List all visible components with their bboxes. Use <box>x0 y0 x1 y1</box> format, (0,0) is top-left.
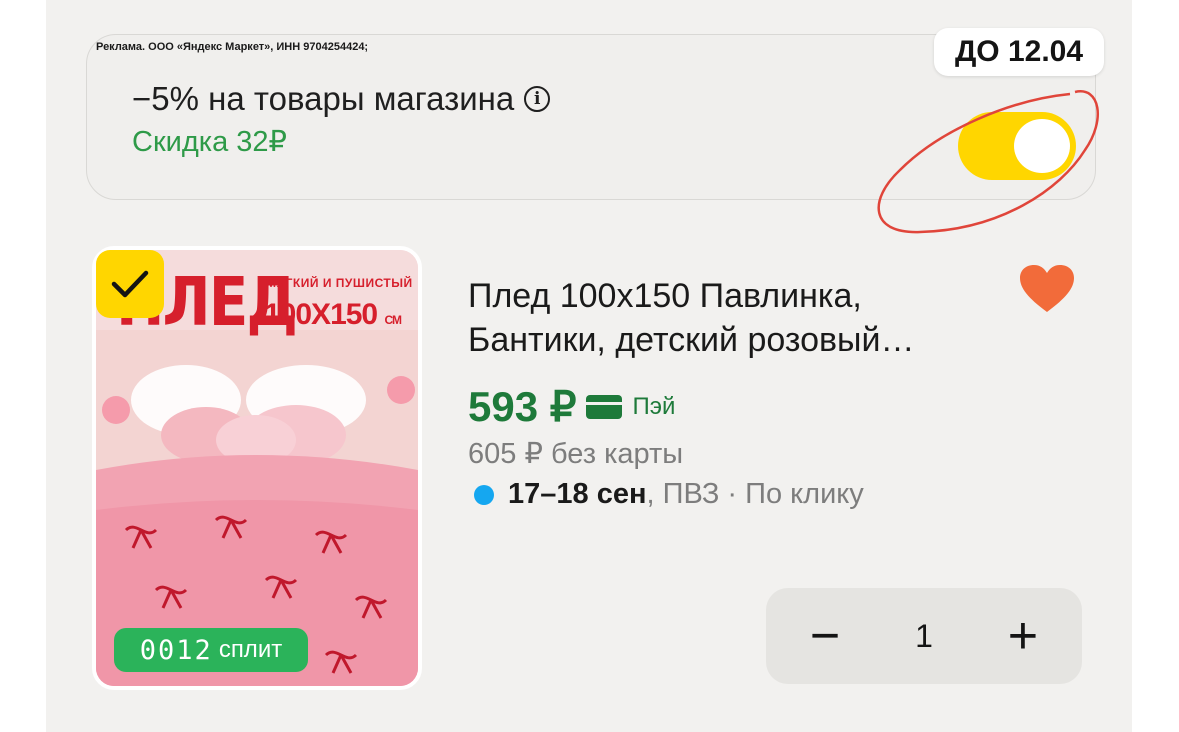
split-amount: 0012 <box>139 634 213 666</box>
checkmark-icon <box>111 270 149 298</box>
increase-button[interactable]: + <box>998 610 1048 662</box>
decrease-button[interactable]: − <box>800 610 850 662</box>
price-row: 593 ₽ Пэй <box>468 382 675 431</box>
pay-label: Пэй <box>632 392 676 420</box>
split-badge: 0012 сплит <box>114 628 308 672</box>
product-title-line1: Плед 100х150 Павлинка, <box>468 277 862 315</box>
promo-title-text: −5% на товары магазина <box>132 80 515 117</box>
image-size: 100X150 СМ <box>264 298 402 332</box>
split-label: сплит <box>218 636 283 663</box>
image-size-unit: СМ <box>384 313 401 327</box>
card-icon <box>586 394 623 419</box>
delivery-date: 17–18 сен <box>508 478 647 510</box>
promo-until-badge: ДО 12.04 <box>934 28 1104 76</box>
heart-icon[interactable] <box>1018 264 1076 314</box>
promo-discount: Скидка 32₽ <box>132 126 287 158</box>
red-circle-annotation <box>877 90 1099 234</box>
select-checkbox[interactable] <box>96 250 164 318</box>
ad-disclaimer: Реклама. ООО «Яндекс Маркет», ИНН 970425… <box>96 41 369 53</box>
quantity-value: 1 <box>915 617 933 654</box>
delivery-info: 17–18 сен, ПВЗ · По клику <box>474 478 864 511</box>
product-title[interactable]: Плед 100х150 Павлинка, Бантики, детский … <box>468 274 1008 362</box>
promo-title: −5% на товары магазина i <box>132 80 551 118</box>
product-title-line2: Бантики, детский розовый… <box>468 321 915 359</box>
image-size-value: 100X150 <box>264 298 378 331</box>
image-subtitle: МЯГКИЙ И ПУШИСТЫЙ <box>266 276 413 290</box>
info-icon[interactable]: i <box>524 86 551 112</box>
delivery-text: 17–18 сен, ПВЗ · По клику <box>508 478 864 511</box>
delivery-method: , ПВЗ · По клику <box>646 478 864 510</box>
quantity-stepper: − 1 + <box>766 588 1082 684</box>
delivery-dot-icon <box>474 484 494 505</box>
price: 593 ₽ <box>468 383 577 430</box>
price-without-card: 605 ₽ без карты <box>468 438 684 470</box>
